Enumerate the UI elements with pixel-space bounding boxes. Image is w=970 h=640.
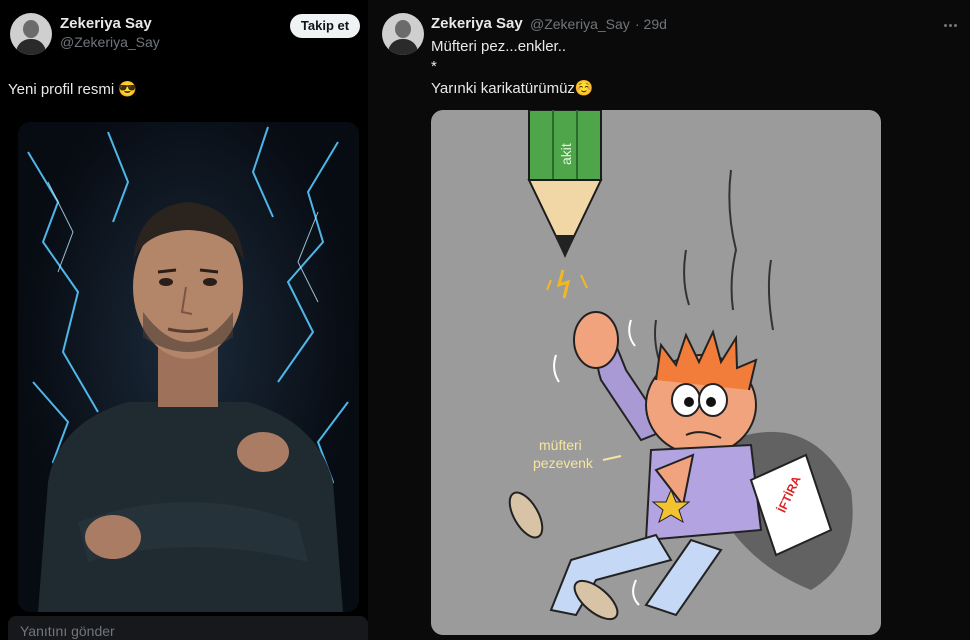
profile-photo-image[interactable] [18,122,359,612]
author-handle[interactable]: @Zekeriya_Say [60,34,160,50]
reply-input[interactable]: Yanıtını gönder [8,616,368,640]
author-name[interactable]: Zekeriya Say [60,15,152,32]
left-tweet-panel: Zekeriya Say @Zekeriya_Say Takip et Yeni… [0,0,368,640]
more-options-icon[interactable] [944,14,964,27]
author-name[interactable]: Zekeriya Say [431,15,523,32]
author-avatar[interactable] [10,13,52,55]
pencil-label: akit [558,143,574,165]
right-tweet-panel: Zekeriya Say @Zekeriya_Say · 29d Müfteri… [368,0,970,640]
tweet-time[interactable]: · 29d [635,16,667,32]
pencil-cartoon-illustration: akit İFTİRA müfteri pezevenk [508,110,853,621]
author-avatar[interactable] [382,13,424,55]
follow-button[interactable]: Takip et [290,14,360,38]
tweet-text-line2: * [431,58,437,75]
lightning-portrait-illustration [27,126,349,612]
author-handle[interactable]: @Zekeriya_Say [530,16,630,32]
cartoon-caption-line1: müfteri [539,437,582,453]
tweet-text: Yeni profil resmi 😎 [8,81,138,98]
cartoon-image[interactable]: akit İFTİRA müfteri pezevenk [431,110,881,635]
cartoon-caption-line2: pezevenk [533,455,594,471]
tweet-text-line1: Müfteri pez...enkler.. [431,38,567,55]
tweet-text-line3: Yarınki karikatürümüz☺️ [431,80,594,97]
